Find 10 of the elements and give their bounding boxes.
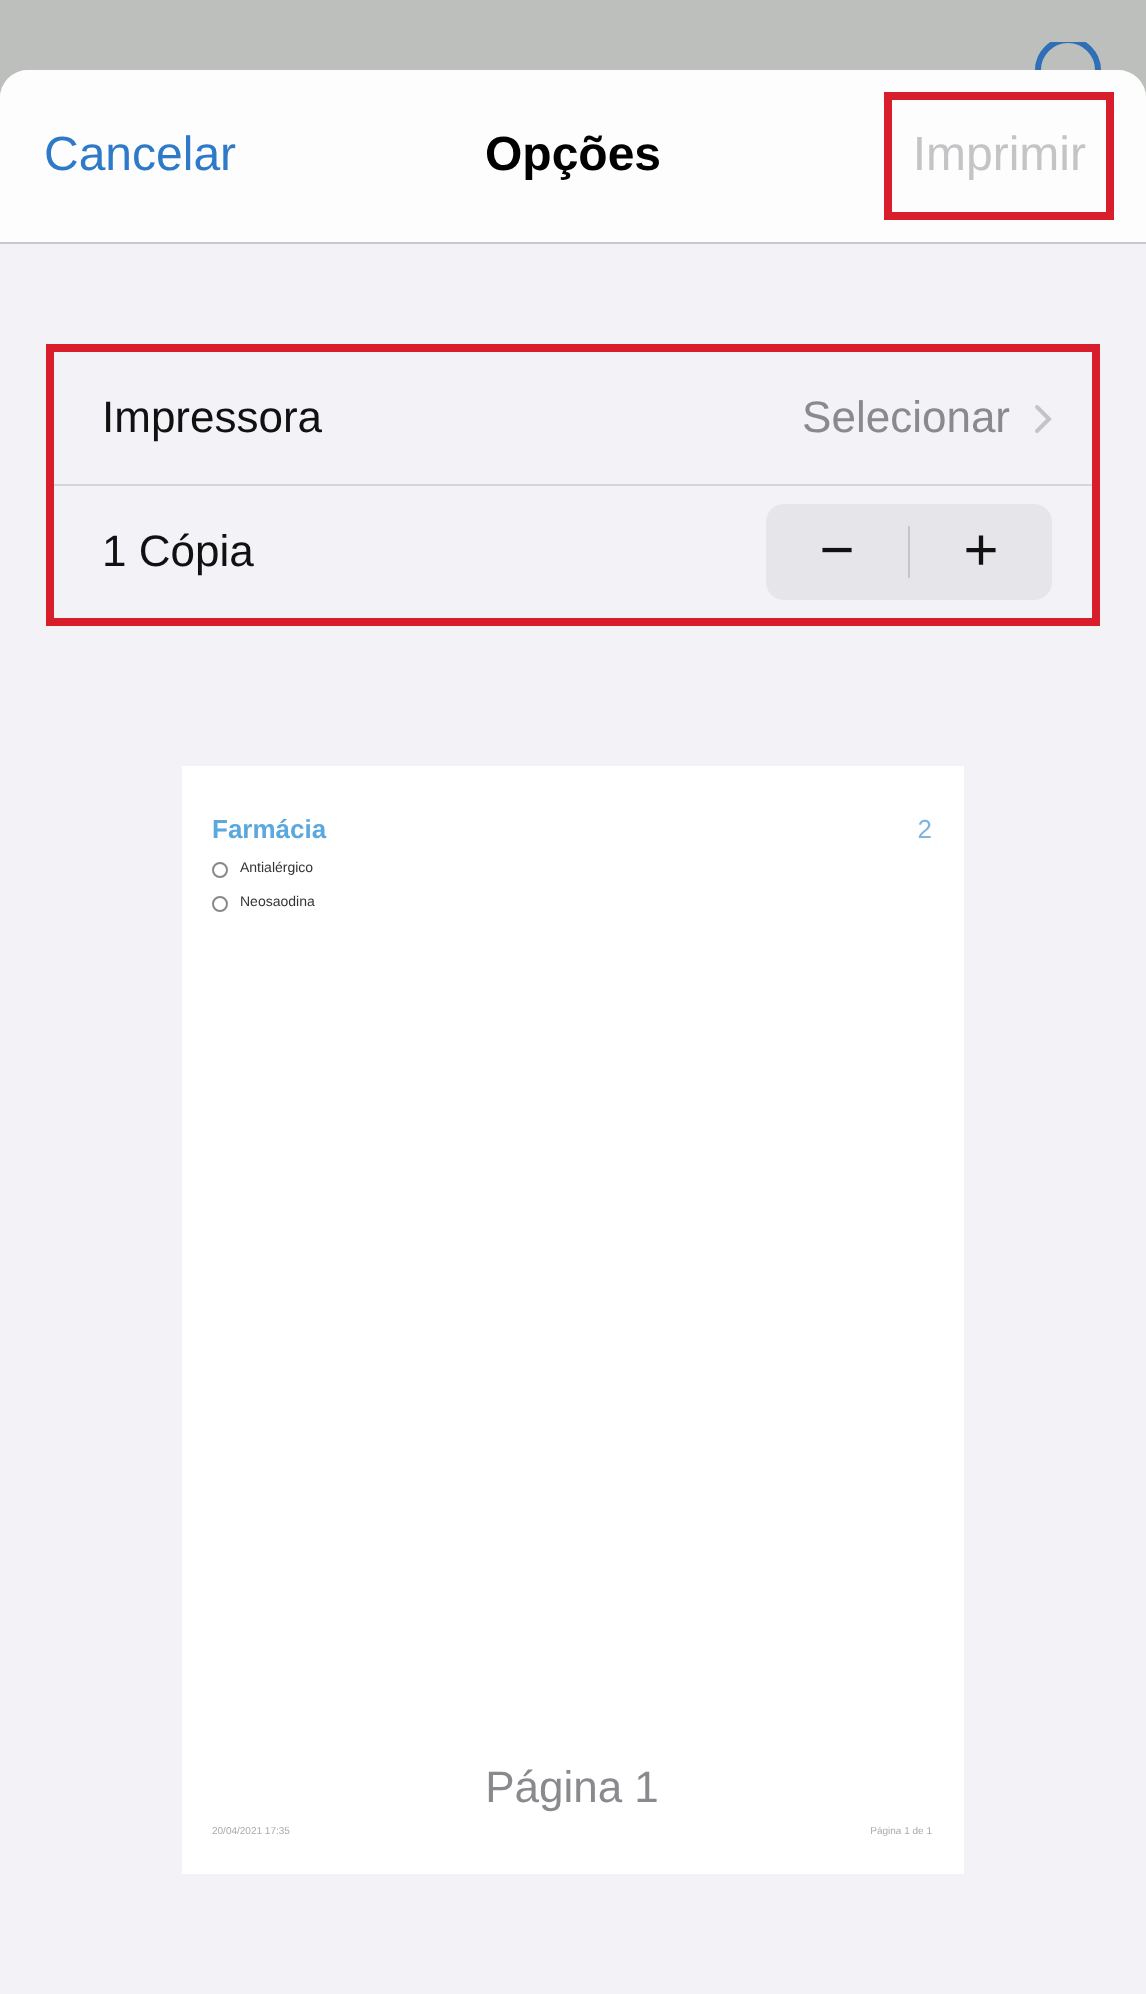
cancel-button[interactable]: Cancelar	[44, 128, 237, 184]
list-title: Farmácia	[212, 814, 327, 844]
page-number-label: Página 1	[483, 1762, 661, 1814]
row-label: Impressora	[102, 392, 323, 444]
decrement-button[interactable]: −	[766, 504, 908, 600]
row-label: 1 Cópia	[102, 526, 254, 578]
increment-button[interactable]: +	[910, 504, 1052, 600]
chevron-icon	[1034, 403, 1052, 433]
item-count: 2	[917, 814, 932, 844]
sheet-title: Opções	[484, 128, 662, 184]
